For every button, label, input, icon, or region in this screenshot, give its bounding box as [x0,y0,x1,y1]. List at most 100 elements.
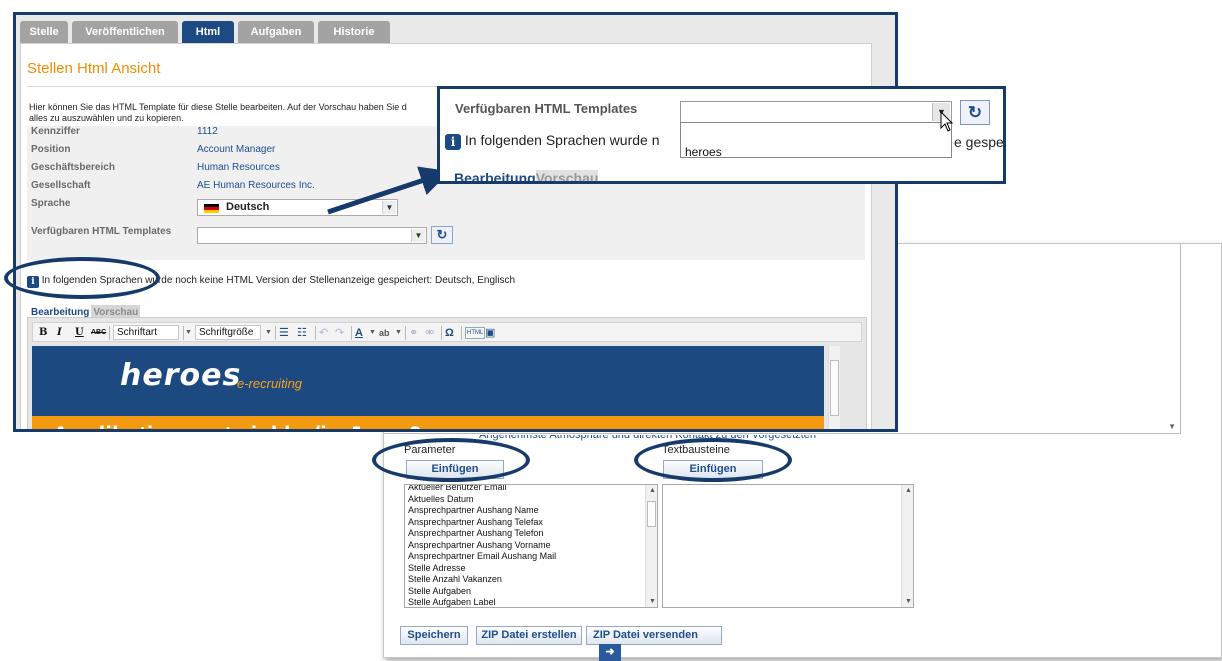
gesellschaft-label: Gesellschaft [31,180,91,191]
toolbar-divider [315,326,316,340]
font-size-select[interactable]: Schriftgröße [195,325,261,340]
parameter-list-item[interactable]: Ansprechpartner Email Aushang Mail [405,551,657,563]
redo-icon[interactable]: ↷ [335,326,344,340]
templates-label: Verfügbaren HTML Templates [31,226,172,237]
mouse-cursor-icon [940,111,954,132]
parameter-list-item[interactable]: Stelle Anzahl Vakanzen [405,574,657,586]
geschaeftsbereich-value[interactable]: Human Resources [197,162,280,173]
sprache-label: Sprache [31,198,71,209]
position-value[interactable]: Account Manager [197,144,275,155]
templates-dropdown-list[interactable]: heroes [680,122,952,159]
special-character-icon[interactable]: Ω [445,326,454,340]
chevron-down-icon[interactable]: ▼ [395,326,402,340]
toolbar-divider [183,326,184,340]
parameter-list-scrollbar[interactable]: ▲ ▼ [645,485,657,607]
heroes-logo: heroes [120,358,242,393]
parameter-list-item[interactable]: Aktuelles Datum [405,494,657,506]
unlink-icon[interactable]: ⚮ [425,326,434,340]
zoom-subtab-bearbeitung[interactable]: Bearbeitung [454,170,536,181]
refresh-icon: ↻ [967,103,983,122]
undo-icon[interactable]: ↶ [319,326,328,340]
text-color-icon[interactable]: A [355,326,363,340]
zoom-info-text-start: In folgenden Sprachen wurde n [464,132,660,148]
chevron-down-icon[interactable]: ▼ [185,326,192,340]
parameter-list-item[interactable]: Stelle Aufgaben Label [405,597,657,607]
parameter-list-item[interactable]: Ansprechpartner Aushang Telefax [405,517,657,529]
fullscreen-icon[interactable]: ▣ [485,326,495,340]
intro-line-2: alles zu auszuwählen und zu kopieren. [29,113,184,123]
tab-historie[interactable]: Historie [318,21,390,43]
highlight-ellipse-textbausteine [634,438,792,482]
editor-toolbar: B I U ABC Schriftart ▼ Schriftgröße ▼ ☰ … [32,322,862,342]
parameter-list-item[interactable]: Ansprechpartner Aushang Vorname [405,540,657,552]
tab-aufgaben[interactable]: Aufgaben [238,21,314,43]
scroll-up-icon[interactable]: ▲ [649,487,656,494]
zoomed-template-select-callout: Verfügbaren HTML Templates ▼ ↻ i In folg… [437,86,1006,184]
zoom-templates-label: Verfügbaren HTML Templates [455,101,638,116]
zip-send-button[interactable]: ZIP Datei versenden ➜ [586,626,722,661]
scroll-thumb[interactable] [647,501,656,527]
bullet-list-icon[interactable]: ☰ [279,326,289,340]
position-label: Position [31,144,71,155]
document-header-banner: heroes e-recruiting [32,346,824,416]
toolbar-divider [109,326,110,340]
font-family-select[interactable]: Schriftart [113,325,179,340]
zip-create-button[interactable]: ZIP Datei erstellen [476,626,582,645]
zoom-templates-select[interactable]: ▼ [680,101,952,123]
intro-text: Hier können Sie das HTML Template für di… [29,102,407,124]
zip-send-label: ZIP Datei versenden [593,629,698,641]
bold-button[interactable]: B [39,326,47,340]
parameter-listbox[interactable]: Aktueller Benutzer Email Aktuelles Datum A… [404,484,658,608]
toolbar-divider [441,326,442,340]
editor-subtabs: Bearbeitung Vorschau [29,302,141,321]
scroll-up-icon[interactable]: ▲ [905,487,912,494]
chevron-down-icon[interactable]: ▼ [265,326,272,340]
highlight-icon[interactable]: ab [379,326,390,340]
toolbar-divider [275,326,276,340]
parameter-list-item[interactable]: Stelle Adresse [405,563,657,575]
textbausteine-listbox[interactable]: ▲ ▼ [662,484,914,608]
chevron-down-icon[interactable]: ▼ [369,326,376,340]
arrow-right-icon: ➜ [599,644,621,661]
html-source-icon[interactable]: HTML [465,327,486,339]
parameter-list-item[interactable]: Ansprechpartner Aushang Name [405,505,657,517]
heroes-logo-subtitle: e-recruiting [237,376,303,391]
rich-text-editor: B I U ABC Schriftart ▼ Schriftgröße ▼ ☰ … [27,317,867,429]
textbausteine-list-scrollbar[interactable]: ▲ ▼ [901,485,913,607]
scroll-thumb[interactable] [830,360,839,416]
tab-veroeffentlichen[interactable]: Veröffentlichen [72,21,178,43]
highlight-ellipse-parameter [372,438,530,482]
zoom-subtab-vorschau[interactable]: Vorschau [535,170,599,181]
underline-button[interactable]: U [75,326,84,340]
toolbar-divider [405,326,406,340]
tab-stelle[interactable]: Stelle [20,21,68,43]
numbered-list-icon[interactable]: ☷ [297,326,307,340]
editor-document[interactable]: heroes e-recruiting Applikationsentwickl… [32,346,824,429]
info-icon: i [445,134,461,150]
job-title: Applikationsentwickler/in Java 6 [52,422,421,429]
geschaeftsbereich-label: Geschäftsbereich [31,162,115,173]
scroll-down-icon[interactable]: ▼ [649,598,656,605]
page-title: Stellen Html Ansicht [27,60,161,77]
editor-scrollbar[interactable] [828,346,840,429]
dropdown-option-heroes[interactable]: heroes [685,145,722,159]
save-button[interactable]: Speichern [400,626,468,645]
gesellschaft-value[interactable]: AE Human Resources Inc. [197,180,315,191]
scroll-down-icon[interactable]: ▼ [1168,422,1176,431]
italic-button[interactable]: I [57,326,62,340]
strikethrough-button[interactable]: ABC [91,326,106,340]
zoom-refresh-button[interactable]: ↻ [960,100,990,125]
scroll-down-icon[interactable]: ▼ [905,598,912,605]
toolbar-divider [351,326,352,340]
chevron-down-icon[interactable]: ▼ [411,229,425,242]
language-select-value: Deutsch [226,201,270,213]
link-icon[interactable]: ⚭ [409,326,418,340]
zoom-editor-subtabs: BearbeitungVorschau [454,170,599,181]
parameter-list-item[interactable]: Stelle Aufgaben [405,586,657,598]
kennziffer-value: 1112 [197,126,218,137]
tab-html[interactable]: Html [182,21,234,43]
highlight-ellipse-subtabs [4,257,160,299]
german-flag-icon [204,204,219,213]
parameter-list-item[interactable]: Aktueller Benutzer Email [405,485,657,494]
parameter-list-item[interactable]: Ansprechpartner Aushang Telefon [405,528,657,540]
